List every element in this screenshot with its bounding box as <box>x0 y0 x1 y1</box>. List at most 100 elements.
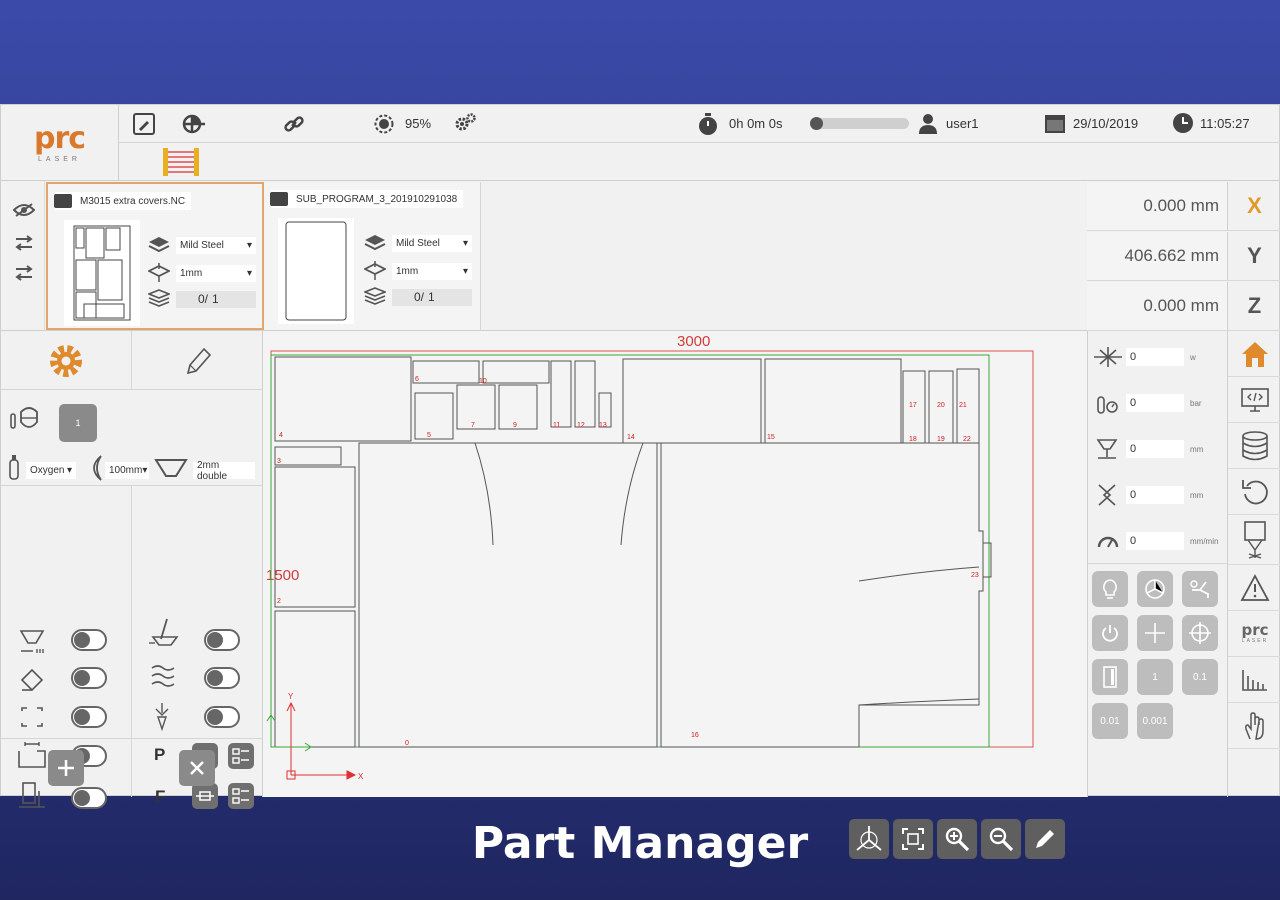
spark-detection-toggle[interactable] <box>204 706 240 728</box>
sheet-count-icon <box>364 287 386 305</box>
user-icon <box>919 113 937 135</box>
laser-power-icon <box>1094 347 1122 367</box>
current-date: 29/10/2019 <box>1073 116 1139 131</box>
svg-text:15: 15 <box>767 434 775 441</box>
top-bar: prc LASER 95% 0h 0m 0s user1 29/10/2019 … <box>1 105 1280 181</box>
cooling-toggle[interactable] <box>204 667 240 689</box>
edit-tab[interactable] <box>132 331 263 390</box>
svg-text:20: 20 <box>937 402 945 409</box>
svg-text:13: 13 <box>599 422 607 429</box>
axis-y-button[interactable]: Y <box>1227 232 1280 281</box>
settings-tab[interactable] <box>1 331 132 390</box>
svg-text:3: 3 <box>277 458 281 465</box>
job-progress-bar <box>810 117 909 130</box>
thickness-row: 1mm ▾ <box>364 261 472 281</box>
clock-icon <box>1173 113 1193 133</box>
nozzle-cleaning-toggle[interactable] <box>204 629 240 651</box>
center-button[interactable] <box>1137 615 1173 651</box>
nozzle-number-button[interactable]: 1 <box>59 404 97 442</box>
program-card-2[interactable]: SUB_PROGRAM_3_201910291038 Mild Steel ▾ 1… <box>264 182 481 330</box>
program-side-icons <box>1 181 45 331</box>
nav-cutting-head[interactable] <box>1228 515 1280 565</box>
jog-step-0-01-button[interactable]: 0.01 <box>1092 703 1128 739</box>
nav-prc-info[interactable]: prc LASER <box>1228 611 1280 657</box>
power-button[interactable] <box>1092 615 1128 651</box>
nav-history[interactable] <box>1228 469 1280 515</box>
thickness-value: 1mm <box>396 265 419 277</box>
prc-logo: prc LASER <box>1 105 119 181</box>
nozzle-height-unit: mm <box>1190 444 1204 454</box>
edge-detection-toggle[interactable] <box>71 667 107 689</box>
axis-x-value: 0.000 mm <box>1143 196 1219 215</box>
thickness-select[interactable]: 1mm ▾ <box>176 264 256 282</box>
edit-program-icon[interactable] <box>133 113 155 135</box>
frame-scan-toggle[interactable] <box>71 706 107 728</box>
axis-z-readout: 0.000 mm <box>1087 282 1227 331</box>
thickness-select[interactable]: 1mm ▾ <box>392 262 472 280</box>
bar-chart-icon <box>1242 669 1267 691</box>
jog-step-1-button[interactable]: 1 <box>1137 659 1173 695</box>
material-select[interactable]: Mild Steel ▾ <box>176 236 256 254</box>
swap-icon[interactable] <box>15 235 33 251</box>
nesting-canvas[interactable]: 3000 1500 4 6 10 5 7 9 11 12 13 14 15 17… <box>263 331 1087 859</box>
light-curtain-icon[interactable] <box>161 147 201 177</box>
pierce-toggle[interactable] <box>71 629 107 651</box>
svg-text:X: X <box>358 772 364 781</box>
jog-step-0-001-button[interactable]: 0.001 <box>1137 703 1173 739</box>
user-name: user1 <box>946 116 979 131</box>
gas-pressure-input[interactable]: 0 <box>1126 394 1184 412</box>
hand-gesture-icon <box>1245 711 1264 740</box>
settings-gears-icon[interactable] <box>453 112 477 134</box>
nav-code[interactable] <box>1228 377 1280 423</box>
axis-z-button[interactable]: Z <box>1227 282 1280 331</box>
axis-x-readout: 0.000 mm <box>1087 182 1227 231</box>
prc-nav-logo: prc <box>1241 621 1269 639</box>
nav-database[interactable] <box>1228 423 1280 469</box>
nav-statistics[interactable] <box>1228 657 1280 703</box>
power-icon <box>1102 625 1118 642</box>
axis-x-button[interactable]: X <box>1227 182 1280 231</box>
speed-input[interactable]: 0 <box>1126 532 1184 550</box>
material-icon <box>148 237 170 253</box>
nav-manual[interactable] <box>1228 703 1280 749</box>
svg-text:17: 17 <box>909 402 917 409</box>
shutter-button[interactable] <box>1137 571 1173 607</box>
sheet-counter[interactable]: 0/1 <box>392 288 472 306</box>
nav-alarms[interactable] <box>1228 565 1280 611</box>
job-timer: 0h 0m 0s <box>729 116 783 131</box>
nozzle-height-input[interactable]: 0 <box>1126 440 1184 458</box>
param-row-height: 0 mm <box>1088 427 1228 471</box>
gas-select[interactable]: Oxygen ▾ <box>26 462 76 479</box>
door-button[interactable] <box>1092 659 1128 695</box>
lens-select[interactable]: 100mm ▾ <box>105 462 149 479</box>
material-select[interactable]: Mild Steel ▾ <box>392 234 472 252</box>
jog-step-0-1-button[interactable]: 0.1 <box>1182 659 1218 695</box>
nozzle-select[interactable]: 2mm double <box>193 460 255 482</box>
gas-valve-icon <box>1190 580 1209 598</box>
reference-point-icon[interactable] <box>181 112 207 136</box>
swap-icon[interactable] <box>15 265 33 281</box>
target-button[interactable] <box>1182 615 1218 651</box>
nav-home[interactable] <box>1228 331 1280 377</box>
nozzle-type-icon <box>154 459 188 477</box>
laser-power-input[interactable]: 0 <box>1126 348 1184 366</box>
sheet-counter[interactable]: 0/1 <box>176 290 256 308</box>
param-row-speed: 0 mm/min <box>1088 519 1228 563</box>
dropdown-arrow-icon: ▾ <box>142 465 148 476</box>
focus-input[interactable]: 0 <box>1126 486 1184 504</box>
gas-pressure-icon <box>1097 396 1118 414</box>
svg-text:12: 12 <box>577 422 585 429</box>
remove-button[interactable] <box>179 750 215 786</box>
gas-test-button[interactable] <box>1182 571 1218 607</box>
visibility-icon[interactable] <box>13 203 35 217</box>
link-icon[interactable] <box>283 113 305 135</box>
status-row: 95% 0h 0m 0s user1 29/10/2019 11:05:27 <box>119 105 1280 143</box>
lamp-button[interactable] <box>1092 571 1128 607</box>
add-button[interactable] <box>48 750 84 786</box>
frame-scan-icon <box>21 707 43 727</box>
axis-y-value: 406.662 mm <box>1124 246 1220 265</box>
home-icon <box>1242 341 1268 367</box>
material-value: Mild Steel <box>396 237 440 249</box>
logo-text: prc <box>33 120 86 156</box>
program-card-1[interactable]: M3015 extra covers.NC Mild Steel ▾ 1mm ▾ 0… <box>46 182 264 330</box>
